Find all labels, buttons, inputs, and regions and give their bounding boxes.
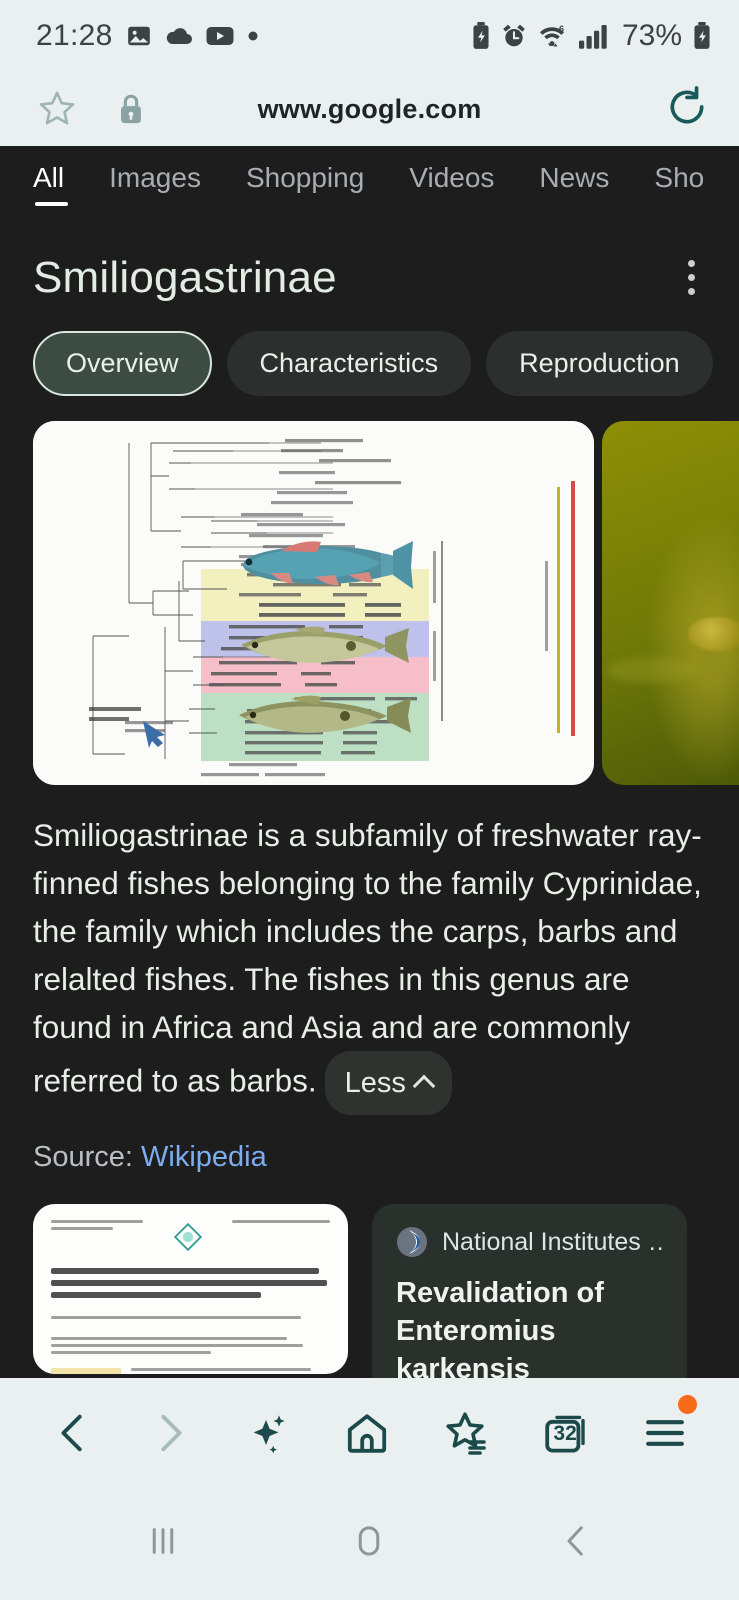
home-button-android[interactable] <box>348 1520 390 1562</box>
nih-card-header: National Institutes … <box>396 1226 663 1258</box>
reload-icon[interactable] <box>665 85 709 129</box>
signal-bars-icon <box>578 23 609 49</box>
tree-diagram <box>33 421 594 785</box>
wifi-6-icon: 6 <box>538 23 568 49</box>
web-page-content: All Images Shopping Videos News Sho Smil… <box>0 146 739 1378</box>
kebab-menu-icon[interactable] <box>682 252 701 303</box>
less-label: Less <box>344 1067 406 1099</box>
battery-percent: 73% <box>621 19 682 52</box>
status-time: 21:28 <box>36 19 113 52</box>
browser-url-bar[interactable]: www.google.com <box>0 72 739 146</box>
home-button[interactable] <box>343 1409 391 1457</box>
tab-short-videos[interactable]: Sho <box>654 162 704 204</box>
dot-icon <box>247 30 259 42</box>
browser-toolbar: 32 <box>0 1385 739 1481</box>
underwater-fish-photo[interactable] <box>602 421 739 785</box>
pill-reproduction[interactable]: Reproduction <box>486 331 713 396</box>
tab-all[interactable]: All <box>33 162 69 206</box>
back-button-android[interactable] <box>555 1520 597 1562</box>
blur-shape <box>606 657 696 683</box>
search-vertical-tabs: All Images Shopping Videos News Sho <box>0 146 739 218</box>
source-line: Source: Wikipedia <box>33 1141 739 1174</box>
youtube-icon <box>206 25 234 47</box>
nih-logo-icon <box>396 1226 428 1258</box>
page-title: Smiliogastrinae <box>33 252 337 302</box>
android-nav-bar <box>0 1481 739 1600</box>
lock-icon[interactable] <box>116 92 146 126</box>
pill-characteristics[interactable]: Characteristics <box>226 331 472 396</box>
media-strip <box>33 421 739 785</box>
chevron-up-icon <box>412 1074 436 1098</box>
tab-shopping[interactable]: Shopping <box>246 162 364 204</box>
menu-button[interactable] <box>641 1395 698 1457</box>
recents-button[interactable] <box>142 1520 184 1562</box>
fish-shape <box>688 617 739 651</box>
nih-card-title: Revalidation of Enteromius karkensis (Gi… <box>396 1277 604 1378</box>
tabs-button[interactable]: 32 <box>542 1409 590 1457</box>
menu-badge-dot <box>678 1395 698 1414</box>
status-left: 21:28 <box>36 19 259 53</box>
phylogenetic-tree-image[interactable] <box>33 421 594 785</box>
back-button[interactable] <box>50 1410 96 1456</box>
status-bar: 21:28 6 73% <box>0 0 739 72</box>
knowledge-panel-header: Smiliogastrinae <box>0 218 739 303</box>
wikipedia-link[interactable]: Wikipedia <box>141 1141 267 1173</box>
journal-logo-icon <box>173 1222 202 1252</box>
svg-text:6: 6 <box>559 24 564 34</box>
nih-site-name: National Institutes … <box>442 1227 663 1256</box>
tab-videos[interactable]: Videos <box>409 162 494 204</box>
forward-button[interactable] <box>147 1410 193 1456</box>
cloud-icon <box>165 23 193 49</box>
result-cards: National Institutes … Revalidation of En… <box>33 1204 739 1378</box>
tab-count: 32 <box>553 1421 577 1445</box>
battery-saver-icon <box>472 22 490 50</box>
phone-screen: 21:28 6 73% www.google.com All Images Sh… <box>0 0 739 1600</box>
paper-thumbnail-card[interactable] <box>33 1204 348 1374</box>
battery-icon <box>693 22 711 50</box>
paper-preview <box>33 1204 348 1374</box>
alarm-icon <box>501 23 527 49</box>
status-right: 6 73% <box>472 19 711 53</box>
image-icon <box>126 23 152 49</box>
less-button[interactable]: Less <box>324 1051 452 1115</box>
pill-overview[interactable]: Overview <box>33 331 212 396</box>
source-label: Source: <box>33 1141 133 1173</box>
ai-assistant-button[interactable] <box>244 1409 292 1457</box>
tab-images[interactable]: Images <box>109 162 201 204</box>
star-outline-icon[interactable] <box>36 88 78 130</box>
bookmarks-button[interactable] <box>443 1409 491 1457</box>
knowledge-panel-pills: Overview Characteristics Reproduction <box>0 303 739 396</box>
tab-news[interactable]: News <box>539 162 609 204</box>
nih-result-card[interactable]: National Institutes … Revalidation of En… <box>372 1204 687 1378</box>
description-text: Smiliogastrinae is a subfamily of freshw… <box>33 811 706 1115</box>
